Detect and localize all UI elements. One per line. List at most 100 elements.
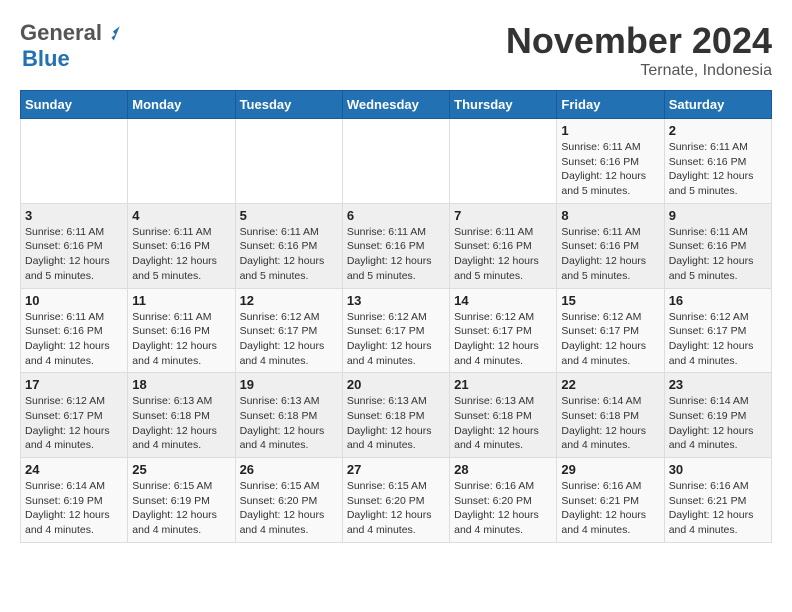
day-number: 17: [25, 377, 123, 392]
day-number: 27: [347, 462, 445, 477]
day-info: Sunrise: 6:16 AMSunset: 6:21 PMDaylight:…: [561, 479, 659, 538]
day-number: 15: [561, 293, 659, 308]
day-info: Sunrise: 6:12 AMSunset: 6:17 PMDaylight:…: [561, 310, 659, 369]
day-number: 23: [669, 377, 767, 392]
day-number: 24: [25, 462, 123, 477]
calendar-cell: 19 Sunrise: 6:13 AMSunset: 6:18 PMDayligh…: [235, 373, 342, 458]
calendar-cell: [21, 119, 128, 204]
day-number: 6: [347, 208, 445, 223]
calendar-cell: 24 Sunrise: 6:14 AMSunset: 6:19 PMDayligh…: [21, 458, 128, 543]
calendar-cell: 11Sunrise: 6:11 AMSunset: 6:16 PMDayligh…: [128, 288, 235, 373]
day-info: Sunrise: 6:12 AMSunset: 6:17 PMDaylight:…: [454, 310, 552, 369]
day-number: 19: [240, 377, 338, 392]
month-title: November 2024: [506, 20, 772, 62]
day-info: Sunrise: 6:13 AMSunset: 6:18 PMDaylight:…: [240, 394, 338, 453]
calendar-cell: 25Sunrise: 6:15 AMSunset: 6:19 PMDayligh…: [128, 458, 235, 543]
calendar-cell: 18Sunrise: 6:13 AMSunset: 6:18 PMDayligh…: [128, 373, 235, 458]
day-info: Sunrise: 6:11 AMSunset: 6:16 PMDaylight:…: [132, 225, 230, 284]
day-number: 2: [669, 123, 767, 138]
calendar-cell: 1Sunrise: 6:11 AMSunset: 6:16 PMDaylight…: [557, 119, 664, 204]
day-info: Sunrise: 6:15 AMSunset: 6:19 PMDaylight:…: [132, 479, 230, 538]
day-number: 18: [132, 377, 230, 392]
day-number: 7: [454, 208, 552, 223]
calendar-week-1: 1 Sunrise: 6:11 AMSunset: 6:16 PMDaylight…: [21, 119, 772, 204]
day-number: 3: [25, 208, 123, 223]
day-number: 30: [669, 462, 767, 477]
calendar-cell: 13 Sunrise: 6:12 AMSunset: 6:17 PMDayligh…: [342, 288, 449, 373]
day-number: 21: [454, 377, 552, 392]
day-info: Sunrise: 6:11 AMSunset: 6:16 PMDaylight:…: [669, 140, 767, 199]
day-info: Sunrise: 6:11 AMSunset: 6:16 PMDaylight:…: [25, 225, 123, 284]
calendar-cell: 23 Sunrise: 6:14 AMSunset: 6:19 PMDayligh…: [664, 373, 771, 458]
calendar-cell: 26 Sunrise: 6:15 AMSunset: 6:20 PMDayligh…: [235, 458, 342, 543]
calendar-cell: 9Sunrise: 6:11 AMSunset: 6:16 PMDaylight…: [664, 203, 771, 288]
calendar-cell: 5Sunrise: 6:11 AMSunset: 6:16 PMDaylight…: [235, 203, 342, 288]
logo-blue: Blue: [22, 46, 70, 72]
calendar-week-2: 3 Sunrise: 6:11 AMSunset: 6:16 PMDaylight…: [21, 203, 772, 288]
day-info: Sunrise: 6:14 AMSunset: 6:19 PMDaylight:…: [25, 479, 123, 538]
day-info: Sunrise: 6:11 AMSunset: 6:16 PMDaylight:…: [25, 310, 123, 369]
day-info: Sunrise: 6:11 AMSunset: 6:16 PMDaylight:…: [454, 225, 552, 284]
day-number: 1: [561, 123, 659, 138]
calendar-cell: 21 Sunrise: 6:13 AMSunset: 6:18 PMDayligh…: [450, 373, 557, 458]
calendar-cell: 30Sunrise: 6:16 AMSunset: 6:21 PMDayligh…: [664, 458, 771, 543]
calendar-cell: 15 Sunrise: 6:12 AMSunset: 6:17 PMDayligh…: [557, 288, 664, 373]
weekday-header-monday: Monday: [128, 91, 235, 119]
day-info: Sunrise: 6:15 AMSunset: 6:20 PMDaylight:…: [240, 479, 338, 538]
weekday-header-sunday: Sunday: [21, 91, 128, 119]
day-number: 16: [669, 293, 767, 308]
day-number: 22: [561, 377, 659, 392]
calendar-cell: 4 Sunrise: 6:11 AMSunset: 6:16 PMDaylight…: [128, 203, 235, 288]
calendar-cell: 12 Sunrise: 6:12 AMSunset: 6:17 PMDayligh…: [235, 288, 342, 373]
day-info: Sunrise: 6:11 AMSunset: 6:16 PMDaylight:…: [240, 225, 338, 284]
calendar-cell: 27 Sunrise: 6:15 AMSunset: 6:20 PMDayligh…: [342, 458, 449, 543]
day-info: Sunrise: 6:11 AMSunset: 6:16 PMDaylight:…: [561, 225, 659, 284]
day-info: Sunrise: 6:11 AMSunset: 6:16 PMDaylight:…: [347, 225, 445, 284]
calendar-cell: 29 Sunrise: 6:16 AMSunset: 6:21 PMDayligh…: [557, 458, 664, 543]
title-block: November 2024 Ternate, Indonesia: [506, 20, 772, 80]
day-number: 9: [669, 208, 767, 223]
calendar-cell: 16 Sunrise: 6:12 AMSunset: 6:17 PMDayligh…: [664, 288, 771, 373]
calendar-cell: 17 Sunrise: 6:12 AMSunset: 6:17 PMDayligh…: [21, 373, 128, 458]
calendar-cell: 10 Sunrise: 6:11 AMSunset: 6:16 PMDayligh…: [21, 288, 128, 373]
location-subtitle: Ternate, Indonesia: [506, 62, 772, 80]
calendar-table: SundayMondayTuesdayWednesdayThursdayFrid…: [20, 90, 772, 543]
weekday-header-friday: Friday: [557, 91, 664, 119]
day-info: Sunrise: 6:15 AMSunset: 6:20 PMDaylight:…: [347, 479, 445, 538]
calendar-cell: 8 Sunrise: 6:11 AMSunset: 6:16 PMDaylight…: [557, 203, 664, 288]
calendar-cell: 28 Sunrise: 6:16 AMSunset: 6:20 PMDayligh…: [450, 458, 557, 543]
logo-bird-icon: [104, 24, 122, 42]
logo: General Blue: [20, 20, 122, 72]
day-number: 13: [347, 293, 445, 308]
weekday-header-wednesday: Wednesday: [342, 91, 449, 119]
calendar-cell: 2 Sunrise: 6:11 AMSunset: 6:16 PMDaylight…: [664, 119, 771, 204]
calendar-cell: 6 Sunrise: 6:11 AMSunset: 6:16 PMDaylight…: [342, 203, 449, 288]
day-number: 10: [25, 293, 123, 308]
calendar-cell: 20Sunrise: 6:13 AMSunset: 6:18 PMDayligh…: [342, 373, 449, 458]
day-info: Sunrise: 6:12 AMSunset: 6:17 PMDaylight:…: [347, 310, 445, 369]
day-number: 4: [132, 208, 230, 223]
day-info: Sunrise: 6:12 AMSunset: 6:17 PMDaylight:…: [25, 394, 123, 453]
day-info: Sunrise: 6:13 AMSunset: 6:18 PMDaylight:…: [454, 394, 552, 453]
calendar-cell: 14 Sunrise: 6:12 AMSunset: 6:17 PMDayligh…: [450, 288, 557, 373]
calendar-cell: 3 Sunrise: 6:11 AMSunset: 6:16 PMDaylight…: [21, 203, 128, 288]
page-header: General Blue November 2024 Ternate, Indo…: [20, 20, 772, 80]
weekday-header-saturday: Saturday: [664, 91, 771, 119]
day-number: 28: [454, 462, 552, 477]
calendar-cell: [342, 119, 449, 204]
calendar-week-3: 10 Sunrise: 6:11 AMSunset: 6:16 PMDayligh…: [21, 288, 772, 373]
day-number: 8: [561, 208, 659, 223]
day-number: 26: [240, 462, 338, 477]
logo-general: General: [20, 20, 102, 46]
calendar-cell: 7 Sunrise: 6:11 AMSunset: 6:16 PMDaylight…: [450, 203, 557, 288]
day-info: Sunrise: 6:12 AMSunset: 6:17 PMDaylight:…: [669, 310, 767, 369]
day-info: Sunrise: 6:14 AMSunset: 6:18 PMDaylight:…: [561, 394, 659, 453]
day-info: Sunrise: 6:14 AMSunset: 6:19 PMDaylight:…: [669, 394, 767, 453]
day-number: 29: [561, 462, 659, 477]
day-number: 20: [347, 377, 445, 392]
weekday-header-tuesday: Tuesday: [235, 91, 342, 119]
day-number: 14: [454, 293, 552, 308]
day-number: 12: [240, 293, 338, 308]
day-info: Sunrise: 6:12 AMSunset: 6:17 PMDaylight:…: [240, 310, 338, 369]
day-info: Sunrise: 6:16 AMSunset: 6:20 PMDaylight:…: [454, 479, 552, 538]
